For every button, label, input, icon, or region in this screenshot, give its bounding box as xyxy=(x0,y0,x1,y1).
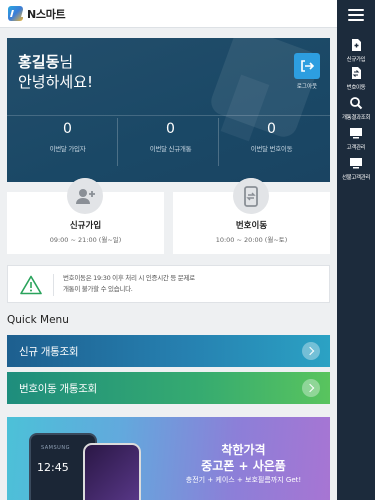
stat-monthly-number-moves: 0 이번달 번호이동 xyxy=(218,118,325,180)
name-suffix: 님 xyxy=(59,53,74,71)
stat-label: 이번달 신규개통 xyxy=(149,145,192,153)
quick-menu-title: Quick Menu xyxy=(7,314,69,326)
notice-text: 번호이동은 19:30 이후 처리 시 인증시간 등 문제로 개통이 불가할 수… xyxy=(63,273,313,295)
app-header: N스마트 xyxy=(0,0,337,28)
rail-label: 번호이동 xyxy=(346,85,366,91)
app-title[interactable]: N스마트 xyxy=(27,6,66,22)
service-title: 신규가입 xyxy=(69,221,102,231)
phone-transfer-icon xyxy=(233,178,269,214)
stat-monthly-subscribers: 0 이번달 가입자 xyxy=(14,118,121,180)
user-greeting: 홍길동님 xyxy=(18,51,73,72)
stat-value: 0 xyxy=(63,121,72,137)
banner-headline: 중고폰 + 사은품 xyxy=(201,459,286,473)
side-rail: 신규가입 번호이동 개통결과조회 고객관리 선불고객관리 xyxy=(337,0,375,500)
warning-icon xyxy=(20,275,42,295)
rail-item-number-move[interactable]: 번호이동 xyxy=(337,66,375,91)
search-icon xyxy=(350,97,363,110)
phone-transfer-glyph xyxy=(244,186,258,207)
stat-value: 0 xyxy=(166,121,175,137)
rail-label: 개통결과조회 xyxy=(342,115,370,121)
monitor-icon xyxy=(350,128,362,139)
chevron-right-icon xyxy=(302,342,320,360)
stat-label: 이번달 번호이동 xyxy=(250,145,293,153)
user-name: 홍길동 xyxy=(18,53,60,71)
service-hours: 10:00 ~ 20:00 (월~토) xyxy=(215,236,288,244)
user-summary-panel: 홍길동님 안녕하세요! 로그아웃 0 이번달 가입자 0 이번달 신규개통 0 … xyxy=(7,38,330,182)
logout-icon xyxy=(301,60,315,72)
notice-box: 번호이동은 19:30 이후 처리 시 인증시간 등 문제로 개통이 불가할 수… xyxy=(7,265,330,303)
service-card-number-move-body[interactable]: 번호이동 10:00 ~ 20:00 (월~토) xyxy=(173,178,330,254)
promo-banner[interactable]: SAMSUNG 12:45 착한가격 중고폰 + 사은품 충전기 + 케이스 +… xyxy=(7,417,330,500)
service-card-new-signup-body[interactable]: 신규가입 09:00 ~ 21:00 (월~일) xyxy=(7,178,164,254)
new-doc-icon xyxy=(352,39,361,51)
divider xyxy=(7,115,330,116)
chevron-right-icon xyxy=(302,379,320,397)
number-move-icon xyxy=(352,67,361,79)
stat-label: 이번달 가입자 xyxy=(49,145,86,153)
service-hours: 09:00 ~ 21:00 (월~일) xyxy=(49,236,122,244)
menu-icon[interactable] xyxy=(348,9,364,21)
rail-item-activation-result[interactable]: 개통결과조회 xyxy=(337,96,375,121)
service-title: 번호이동 xyxy=(235,221,268,231)
banner-headline: 착한가격 xyxy=(221,443,266,457)
rail-item-customer-mgmt[interactable]: 고객관리 xyxy=(337,126,375,151)
rail-item-new-signup[interactable]: 신규가입 xyxy=(337,38,375,63)
stat-monthly-new-activations: 0 이번달 신규개통 xyxy=(117,118,224,180)
logout-button[interactable] xyxy=(294,53,320,79)
logout-label[interactable]: 로그아웃 xyxy=(289,82,325,90)
notice-line: 번호이동은 19:30 이후 처리 시 인증시간 등 문제로 xyxy=(63,274,195,282)
rail-label: 신규가입 xyxy=(346,57,366,63)
divider xyxy=(53,274,54,296)
rail-item-prepaid-customer-mgmt[interactable]: 선불고객관리 xyxy=(337,156,375,181)
stat-value: 0 xyxy=(267,121,276,137)
quick-number-move-lookup-button[interactable]: 번호이동 개통조회 xyxy=(7,372,330,404)
notice-line: 개통이 불가할 수 있습니다. xyxy=(63,285,133,293)
rail-label: 고객관리 xyxy=(346,145,366,151)
greeting-text: 안녕하세요! xyxy=(18,73,94,91)
app-logo-icon[interactable] xyxy=(8,6,23,21)
add-user-icon xyxy=(67,178,103,214)
banner-subtext: 충전기 + 케이스 + 보호필름까지 Get! xyxy=(185,476,302,484)
rail-label: 선불고객관리 xyxy=(342,175,370,181)
quick-button-label: 번호이동 개통조회 xyxy=(19,383,97,395)
monitor-icon xyxy=(350,158,362,169)
add-user-glyph xyxy=(76,189,95,204)
quick-new-activation-lookup-button[interactable]: 신규 개통조회 xyxy=(7,335,330,367)
quick-button-label: 신규 개통조회 xyxy=(19,346,79,358)
